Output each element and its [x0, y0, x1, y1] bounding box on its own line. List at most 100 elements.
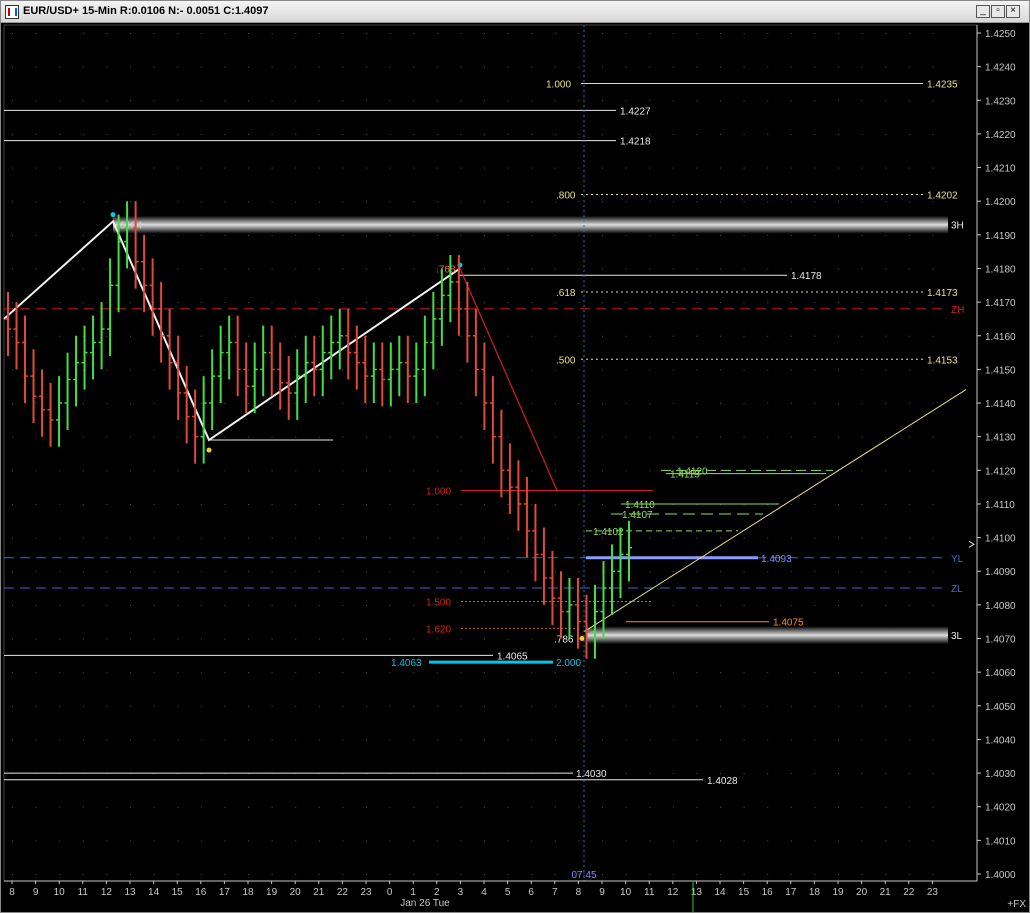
fib-level-1000-label: 1.4235	[927, 79, 958, 90]
grid-dot	[35, 806, 37, 808]
grid-dot	[12, 100, 13, 102]
grid-dot	[861, 302, 863, 304]
grid-dot	[578, 470, 580, 472]
price-bar	[30, 349, 37, 424]
grid-dot	[790, 571, 792, 573]
grid-dot	[224, 403, 226, 405]
grid-dot	[389, 167, 391, 169]
grid-dot	[908, 268, 910, 270]
grid-dot	[531, 335, 533, 337]
grid-dot	[460, 403, 462, 405]
grid-dot	[507, 672, 509, 674]
grid-dot	[578, 537, 580, 539]
fib-level-618-label: 1.4173	[927, 288, 958, 299]
grid-dot	[177, 234, 179, 236]
grid-dot	[672, 739, 674, 741]
grid-dot	[602, 436, 603, 438]
price-tick-label: 1.4150	[985, 365, 1016, 376]
grid-dot	[767, 268, 769, 270]
grid-dot	[295, 806, 297, 808]
price-bar	[149, 258, 156, 336]
grid-dot	[436, 403, 438, 405]
grid-dot	[578, 571, 580, 573]
grid-dot	[460, 705, 462, 707]
grid-dot	[767, 66, 769, 68]
grid-dot	[767, 604, 769, 606]
grid-dot	[271, 604, 273, 606]
grid-dot	[720, 571, 721, 573]
grid-dot	[248, 739, 249, 741]
grid-dot	[602, 672, 603, 674]
grid-dot	[177, 167, 179, 169]
price-bar	[98, 302, 105, 370]
grid-dot	[366, 874, 367, 875]
price-bar	[566, 577, 573, 639]
grid-dot	[389, 335, 391, 337]
grid-dot	[130, 470, 131, 472]
grid-dot	[35, 604, 37, 606]
grid-dot	[790, 604, 792, 606]
grid-dot	[59, 369, 61, 371]
grid-dot	[130, 503, 131, 505]
grid-dot	[578, 66, 580, 68]
grid-dot	[366, 100, 367, 102]
grid-dot	[672, 705, 674, 707]
grid-dot	[932, 33, 934, 34]
grid-dot	[484, 234, 485, 236]
grid-dot	[507, 133, 509, 135]
grid-dot	[672, 167, 674, 169]
grid-dot	[790, 874, 792, 875]
grid-dot	[413, 739, 415, 741]
grid-dot	[625, 369, 627, 371]
time-axis[interactable]: 8 9 10 11 12 13 14 15 16 17 18 19 20 21 22 23 0 1 2 3 4 5 6 7 8 9…	[4, 880, 1026, 912]
time-tick-label: 4	[481, 887, 487, 898]
grid-dot	[838, 806, 839, 808]
restore-button[interactable]: ▫	[991, 5, 1005, 18]
time-tick-label: 1	[410, 887, 416, 898]
grid-dot	[59, 167, 61, 169]
price-bar	[532, 503, 539, 582]
price-axis[interactable]: 1.4250 1.4240 1.4230 1.4220 1.4210 1.4200 1.41…	[968, 25, 1016, 881]
grid-dot	[106, 638, 108, 640]
grid-dot	[248, 167, 249, 169]
grid-dot	[507, 638, 509, 640]
time-tick-label: 11	[78, 887, 89, 898]
grid-dot	[814, 672, 816, 674]
grid-dot	[82, 302, 84, 304]
time-tick-label: 2	[434, 887, 440, 898]
grid-dot	[224, 100, 226, 102]
grid-dot	[12, 335, 13, 337]
grid-dot	[342, 403, 344, 405]
time-tick-label: 17	[785, 887, 797, 898]
time-tick-label: 22	[903, 887, 915, 898]
grid-dot	[531, 302, 533, 304]
grid-dot	[507, 268, 509, 270]
grid-dot	[932, 133, 934, 135]
grid-dot	[767, 840, 769, 842]
grid-dot	[861, 503, 863, 505]
price-bar	[515, 460, 522, 531]
grid-dot	[672, 571, 674, 573]
grid-dot	[82, 604, 84, 606]
grid-dot	[554, 167, 556, 169]
close-button[interactable]: ×	[1006, 5, 1020, 18]
price-tick-label: 1.4030	[985, 769, 1016, 780]
grid-dot	[366, 470, 367, 472]
grid-dot	[200, 571, 202, 573]
minimize-button[interactable]: _	[976, 5, 990, 18]
grid-dot	[932, 874, 934, 875]
grid-dot	[153, 335, 155, 337]
grid-dot	[106, 100, 108, 102]
title-bar[interactable]: EUR/USD+ 15-Min R:0.0106 N:- 0.0051 C:1.…	[1, 1, 1029, 23]
grid-dot	[460, 66, 462, 68]
grid-dot	[82, 436, 84, 438]
grid-dot	[602, 335, 603, 337]
chart-app-icon[interactable]	[5, 5, 19, 19]
price-chart[interactable]: 3H 3L ZH YL ZL 1.4235 1.4227 1.4218 1.4202 1.4178…	[1, 23, 1029, 912]
grid-dot	[248, 234, 249, 236]
grid-dot	[790, 705, 792, 707]
level-1.4063-label: 1.4063	[391, 658, 422, 669]
grid-dot	[295, 403, 297, 405]
grid-dot	[720, 268, 721, 270]
zone-label-YL: YL	[951, 554, 964, 565]
